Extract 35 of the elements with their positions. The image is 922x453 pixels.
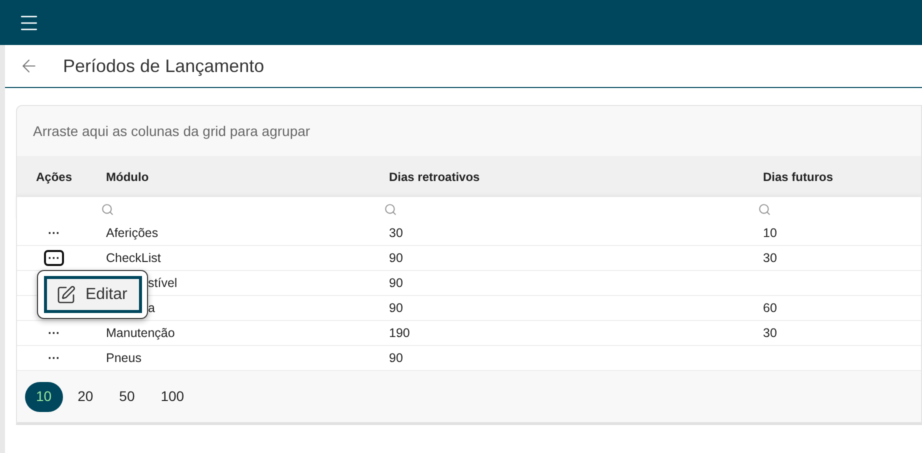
- table-cell: CheckList: [106, 250, 161, 265]
- filter-search-icon[interactable]: [384, 202, 397, 216]
- filter-search-icon[interactable]: [101, 202, 114, 216]
- column-header[interactable]: Ações: [36, 170, 72, 184]
- table-cell: Pneus: [106, 350, 142, 365]
- row-actions-button[interactable]: ···: [44, 250, 64, 266]
- table-cell: Manutenção: [106, 326, 175, 340]
- table-cell: 30: [389, 226, 403, 240]
- row-actions-button[interactable]: ···: [44, 350, 64, 366]
- table-cell: Aferições: [106, 226, 158, 240]
- edit-icon: [56, 284, 76, 304]
- table-cell: stível: [148, 276, 178, 290]
- column-header[interactable]: Módulo: [106, 170, 149, 184]
- table-cell: 90: [389, 276, 403, 290]
- table-cell: 90: [389, 250, 403, 265]
- page-size-button[interactable]: 20: [66, 382, 104, 412]
- group-panel-hint: Arraste aqui as colunas da grid para agrupar: [33, 122, 310, 141]
- column-header[interactable]: Dias retroativos: [389, 170, 480, 184]
- table-cell: 60: [763, 300, 777, 315]
- page-title: Períodos de Lançamento: [63, 54, 264, 78]
- table-cell: 30: [763, 250, 777, 265]
- edit-menu-item[interactable]: Editar: [44, 276, 142, 313]
- filter-search-icon[interactable]: [758, 202, 771, 216]
- table-cell: a: [148, 300, 155, 315]
- table-cell: 10: [763, 226, 777, 240]
- page-size-button[interactable]: 10: [25, 382, 63, 412]
- table-cell: 190: [389, 326, 410, 340]
- table-cell: 30: [763, 326, 777, 340]
- page-size-button[interactable]: 100: [150, 382, 196, 412]
- row-actions-button[interactable]: ···: [44, 225, 64, 241]
- column-header[interactable]: Dias futuros: [763, 170, 834, 184]
- page-size-button[interactable]: 50: [108, 382, 146, 412]
- table-cell: 90: [389, 300, 403, 315]
- table-cell: 90: [389, 350, 403, 365]
- row-actions-button[interactable]: ···: [44, 325, 64, 341]
